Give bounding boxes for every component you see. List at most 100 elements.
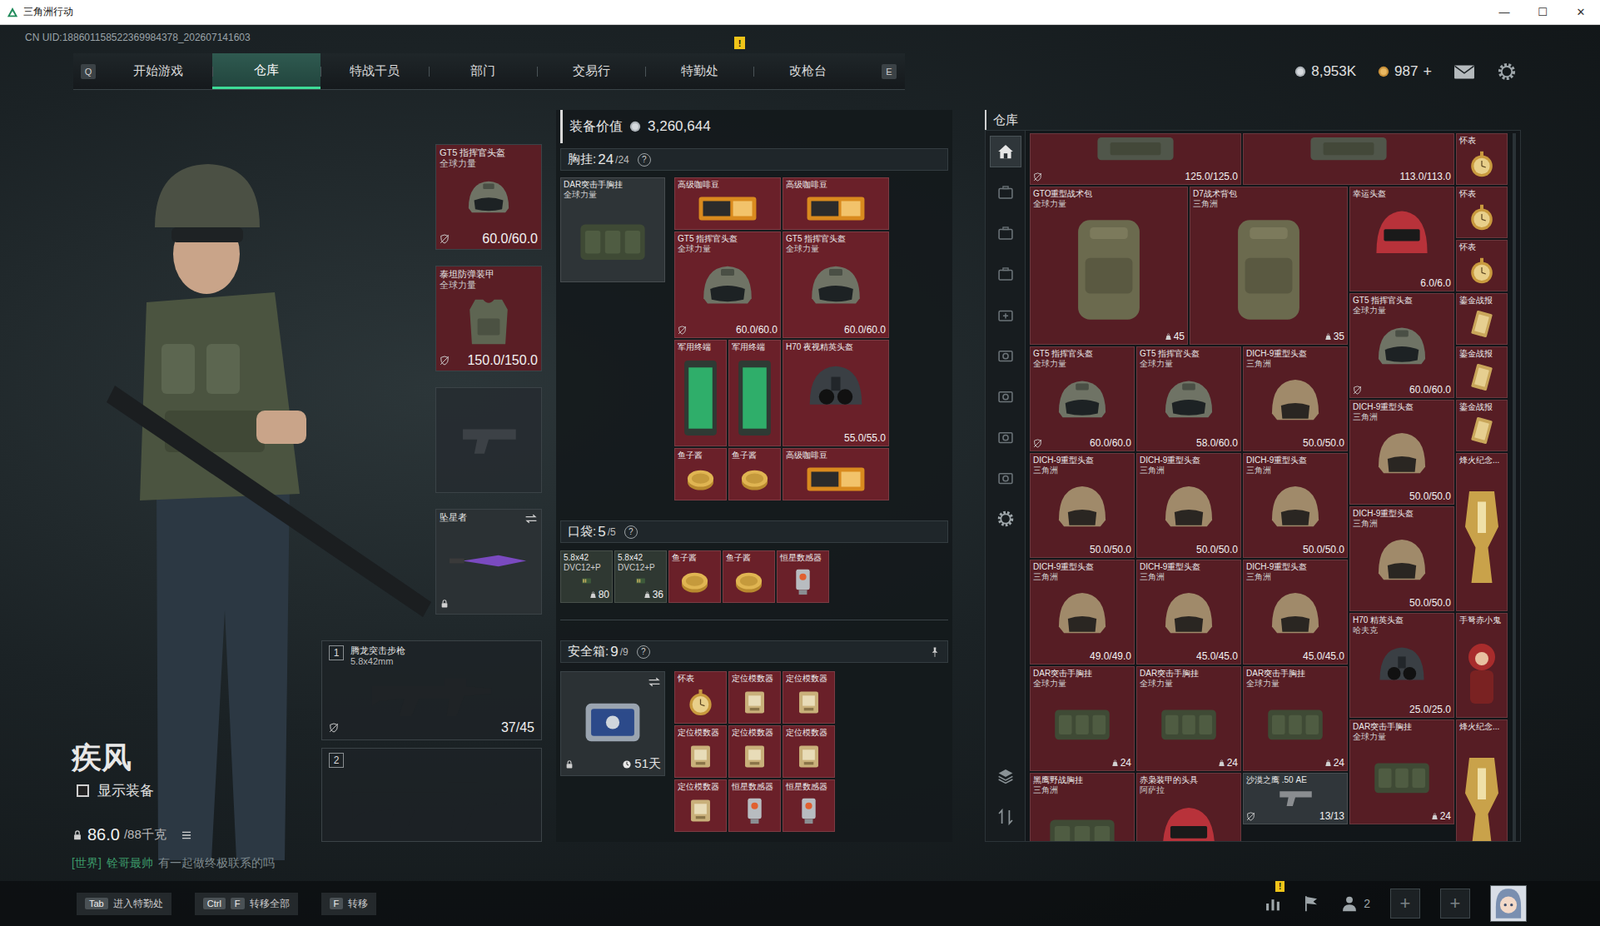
- armor-slot[interactable]: 泰坦防弹装甲全球力量150.0/150.0: [435, 265, 542, 372]
- inventory-item[interactable]: DICH-9重型头盔三角洲50.0/50.0: [1136, 452, 1242, 558]
- inventory-item[interactable]: 高级咖啡豆: [782, 177, 890, 230]
- inventory-item[interactable]: 烽火纪念...: [1455, 719, 1508, 841]
- inventory-item[interactable]: 怀表: [1455, 186, 1508, 239]
- inventory-item[interactable]: 定位模数器: [674, 725, 727, 778]
- inventory-item[interactable]: 鎏金战报: [1455, 346, 1508, 398]
- window-control[interactable]: —: [1485, 0, 1524, 25]
- warehouse-tab[interactable]: [989, 258, 1022, 290]
- invite-slot[interactable]: +: [1390, 888, 1421, 919]
- warehouse-tab[interactable]: [989, 339, 1022, 372]
- warehouse-tab[interactable]: [989, 176, 1022, 209]
- inventory-item[interactable]: 手弩赤小鬼: [1455, 612, 1508, 718]
- inventory-item[interactable]: 鎏金战报: [1455, 293, 1508, 345]
- warehouse-tab[interactable]: [989, 135, 1022, 168]
- inventory-item[interactable]: DAR突击手胸挂全球力量: [560, 177, 666, 283]
- inventory-item[interactable]: DAR突击手胸挂全球力量24: [1349, 719, 1455, 825]
- inventory-item[interactable]: DICH-9重型头盔三角洲45.0/45.0: [1136, 559, 1242, 665]
- nav-tab[interactable]: 交易行: [536, 53, 646, 90]
- add-currency-button[interactable]: +: [1422, 63, 1432, 81]
- inventory-item[interactable]: DICH-9重型头盔三角洲45.0/45.0: [1242, 559, 1348, 665]
- inventory-item[interactable]: 军用终端: [674, 339, 727, 447]
- inventory-item[interactable]: GT5 指挥官头盔全球力量60.0/60.0: [1349, 293, 1455, 398]
- inventory-item[interactable]: DAR突击手胸挂全球力量24: [1136, 665, 1242, 771]
- inventory-item[interactable]: 定位模数器: [728, 670, 781, 724]
- weapon-slot[interactable]: 1腾龙突击步枪5.8x42mm37/45: [321, 640, 542, 741]
- inventory-item[interactable]: 幸运头盔6.0/6.0: [1349, 186, 1455, 292]
- chat-line[interactable]: [世界]铨哥最帅有一起做终极联系的吗: [71, 855, 322, 871]
- safe-box-container[interactable]: 51天: [560, 670, 666, 776]
- inventory-item[interactable]: 定位模数器: [782, 725, 835, 778]
- invite-slot[interactable]: +: [1440, 888, 1471, 919]
- inventory-item[interactable]: 赤枭装甲的头具阿萨拉: [1136, 772, 1242, 841]
- inventory-item[interactable]: DICH-9重型头盔三角洲50.0/50.0: [1242, 346, 1348, 452]
- inventory-item[interactable]: 5.8x42DVC12+P36: [614, 550, 667, 603]
- helmet-slot[interactable]: GT5 指挥官头盔全球力量60.0/60.0: [435, 144, 542, 250]
- inventory-item[interactable]: 定位模数器: [674, 779, 727, 832]
- inventory-item[interactable]: GT5 指挥官头盔全球力量60.0/60.0: [1029, 346, 1135, 452]
- inventory-item[interactable]: 怀表: [1455, 133, 1508, 185]
- inventory-item[interactable]: GT5 指挥官头盔全球力量58.0/60.0: [1136, 346, 1242, 452]
- weapon-slot[interactable]: 2: [321, 747, 542, 842]
- inventory-item[interactable]: DAR突击手胸挂全球力量24: [1242, 665, 1348, 771]
- inventory-item[interactable]: 定位模数器: [782, 670, 835, 724]
- knife-slot[interactable]: 坠星者: [435, 508, 542, 615]
- warehouse-tab[interactable]: [989, 462, 1022, 494]
- inventory-item[interactable]: 高级咖啡豆: [782, 447, 890, 501]
- checkbox[interactable]: [76, 784, 90, 797]
- inventory-item[interactable]: DICH-9重型头盔三角洲50.0/50.0: [1349, 399, 1455, 505]
- nav-tab[interactable]: 仓库: [212, 53, 321, 90]
- inventory-item[interactable]: 定位模数器: [728, 725, 781, 778]
- pistol-slot[interactable]: [435, 387, 542, 493]
- settings-button[interactable]: [1496, 61, 1517, 82]
- inventory-item[interactable]: DICH-9重型头盔三角洲50.0/50.0: [1242, 452, 1348, 558]
- nav-tab[interactable]: 部门: [428, 53, 537, 90]
- inventory-item[interactable]: GT5 指挥官头盔全球力量60.0/60.0: [782, 231, 890, 338]
- inventory-item[interactable]: 恒星数感器: [728, 779, 781, 832]
- inventory-item[interactable]: 125.0/125.0: [1029, 133, 1242, 185]
- inventory-item[interactable]: 怀表: [674, 670, 727, 724]
- inventory-item[interactable]: 怀表: [1455, 239, 1508, 292]
- weight-details-button[interactable]: [180, 829, 193, 841]
- key-hint-button[interactable]: CtrlF转移全部: [194, 892, 299, 915]
- window-control[interactable]: ☐: [1523, 0, 1562, 25]
- warehouse-tab[interactable]: [989, 502, 1022, 535]
- inventory-item[interactable]: 恒星数感器: [776, 550, 830, 603]
- inventory-item[interactable]: 鱼子酱: [728, 447, 781, 501]
- player-avatar[interactable]: [1490, 884, 1527, 922]
- inventory-item[interactable]: D7战术背包三角洲35: [1189, 186, 1348, 345]
- scrollbar[interactable]: [1512, 133, 1516, 841]
- warehouse-tab[interactable]: [989, 217, 1022, 249]
- key-hint-button[interactable]: Tab进入特勤处: [76, 892, 172, 915]
- inventory-item[interactable]: 113.0/113.0: [1242, 133, 1455, 185]
- inventory-item[interactable]: GTO重型战术包全球力量45: [1029, 186, 1188, 345]
- inventory-item[interactable]: DICH-9重型头盔三角洲49.0/49.0: [1029, 559, 1135, 665]
- inventory-item[interactable]: 鱼子酱: [674, 447, 727, 501]
- inventory-item[interactable]: 5.8x42DVC12+P80: [560, 550, 613, 603]
- nav-tab[interactable]: 开始游戏: [104, 53, 213, 90]
- nav-tab[interactable]: 特战干员: [320, 53, 429, 90]
- stats-button[interactable]: !: [1263, 894, 1282, 913]
- help-button[interactable]: ?: [624, 525, 638, 539]
- inventory-item[interactable]: 军用终端: [728, 339, 781, 447]
- swap-button[interactable]: [524, 511, 538, 526]
- inventory-item[interactable]: DAR突击手胸挂全球力量24: [1029, 665, 1135, 771]
- inventory-item[interactable]: 沙漠之鹰 .50 AE13/13: [1242, 772, 1348, 825]
- warehouse-tool[interactable]: [989, 760, 1022, 792]
- help-button[interactable]: ?: [637, 153, 651, 167]
- window-control[interactable]: ✕: [1561, 0, 1600, 25]
- help-button[interactable]: ?: [636, 645, 651, 659]
- swap-button[interactable]: [647, 675, 661, 689]
- inventory-item[interactable]: 鎏金战报: [1455, 399, 1508, 452]
- warehouse-tool[interactable]: [989, 800, 1022, 833]
- mail-button[interactable]: [1453, 64, 1476, 80]
- inventory-item[interactable]: GT5 指挥官头盔全球力量60.0/60.0: [674, 231, 781, 338]
- inventory-item[interactable]: 鱼子酱: [668, 550, 721, 603]
- warehouse-tab[interactable]: [989, 298, 1022, 331]
- inventory-item[interactable]: 烽火纪念...: [1455, 452, 1508, 612]
- inventory-item[interactable]: 鱼子酱: [722, 550, 776, 603]
- inventory-item[interactable]: DICH-9重型头盔三角洲50.0/50.0: [1349, 506, 1455, 612]
- flag-button[interactable]: [1301, 894, 1321, 913]
- key-hint-button[interactable]: F转移: [321, 892, 378, 915]
- inventory-item[interactable]: DICH-9重型头盔三角洲50.0/50.0: [1029, 452, 1135, 558]
- inventory-item[interactable]: H70 精英头盔哈夫克25.0/25.0: [1349, 612, 1455, 718]
